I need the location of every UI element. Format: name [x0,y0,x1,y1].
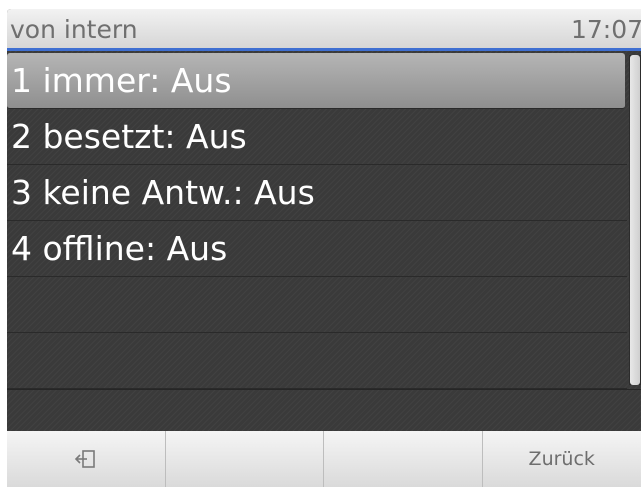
list-item-label: 1 immer: Aus [11,61,232,100]
softkey-3[interactable] [324,431,483,487]
divider [7,389,641,390]
list-item-label: 2 besetzt: Aus [11,117,247,156]
menu-list: 1 immer: Aus 2 besetzt: Aus 3 keine Antw… [7,53,627,389]
phone-display: von intern 17:07 1 immer: Aus 2 besetzt:… [7,9,641,487]
clock-time: 17:07 [570,15,641,44]
list-item-besetzt[interactable]: 2 besetzt: Aus [7,109,627,165]
softkey-bar: Zurück [7,431,641,487]
list-item-label: 4 offline: Aus [11,229,228,268]
softkey-exit[interactable] [7,431,166,487]
list-item-label: 3 keine Antw.: Aus [11,173,315,212]
softkey-2[interactable] [165,431,324,487]
header-bar: von intern 17:07 [7,9,641,51]
scrollbar[interactable] [629,55,641,385]
back-button-label: Zurück [528,448,595,470]
list-item-immer[interactable]: 1 immer: Aus [7,53,625,109]
list-item-empty [7,277,627,333]
list-item-offline[interactable]: 4 offline: Aus [7,221,627,277]
list-item-empty [7,333,627,389]
back-button[interactable]: Zurück [482,431,641,487]
exit-icon [74,450,95,468]
page-title: von intern [10,15,138,44]
list-item-keine-antwort[interactable]: 3 keine Antw.: Aus [7,165,627,221]
scrollbar-thumb[interactable] [630,55,640,385]
